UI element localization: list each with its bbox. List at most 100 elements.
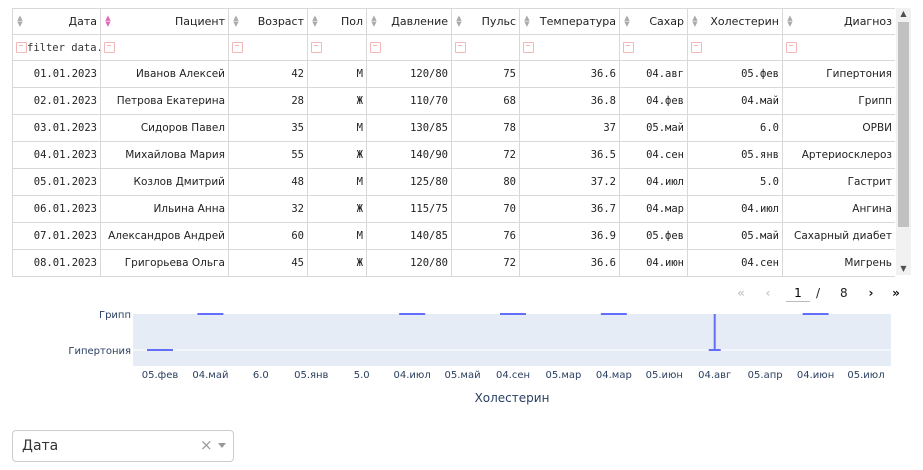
table-cell[interactable]: 45 <box>228 249 308 277</box>
table-cell[interactable]: Ж <box>307 249 367 277</box>
table-cell[interactable]: Александров Андрей <box>100 222 229 250</box>
table-cell[interactable]: 78 <box>451 114 520 142</box>
table-cell[interactable]: 07.01.2023 <box>12 222 101 250</box>
table-cell[interactable]: 120/80 <box>366 249 452 277</box>
filter-case-icon[interactable] <box>455 42 466 53</box>
scroll-down-icon[interactable]: ▼ <box>896 263 911 275</box>
table-cell[interactable]: 36.5 <box>519 141 620 169</box>
table-cell[interactable]: 05.янв <box>687 141 783 169</box>
table-cell[interactable]: 35 <box>228 114 308 142</box>
scrollbar-thumb[interactable] <box>898 22 909 227</box>
filter-cell[interactable] <box>366 34 452 61</box>
table-cell[interactable]: 04.01.2023 <box>12 141 101 169</box>
filter-case-icon[interactable] <box>523 42 534 53</box>
table-cell[interactable]: 55 <box>228 141 308 169</box>
table-cell[interactable]: 48 <box>228 168 308 196</box>
table-cell[interactable]: 42 <box>228 60 308 88</box>
sort-icon[interactable]: ▲ ▼ <box>623 15 631 28</box>
table-cell[interactable]: 04.июл <box>687 195 783 223</box>
table-cell[interactable]: Петрова Екатерина <box>100 87 229 115</box>
sort-icon[interactable]: ▲ ▼ <box>16 15 24 28</box>
table-cell[interactable]: 05.фев <box>619 222 688 250</box>
table-cell[interactable]: 32 <box>228 195 308 223</box>
table-cell[interactable]: 140/85 <box>366 222 452 250</box>
table-cell[interactable]: 03.01.2023 <box>12 114 101 142</box>
sort-icon[interactable]: ▲ ▼ <box>786 15 794 28</box>
table-cell[interactable]: 80 <box>451 168 520 196</box>
column-header[interactable]: ▲ ▼ Пациент <box>100 8 229 35</box>
scroll-up-icon[interactable]: ▲ <box>896 8 911 20</box>
table-cell[interactable]: 04.авг <box>619 60 688 88</box>
sort-icon[interactable]: ▲ ▼ <box>455 15 463 28</box>
table-cell[interactable]: 04.июл <box>619 168 688 196</box>
filter-cell[interactable] <box>228 34 308 61</box>
table-cell[interactable]: Ж <box>307 195 367 223</box>
filter-cell[interactable]: filter data... <box>12 34 101 61</box>
filter-case-icon[interactable] <box>786 42 797 53</box>
column-header[interactable]: ▲ ▼ Пол <box>307 8 367 35</box>
column-header[interactable]: ▲ ▼ Пульс <box>451 8 520 35</box>
table-cell[interactable]: Григорьева Ольга <box>100 249 229 277</box>
table-cell[interactable]: 37.2 <box>519 168 620 196</box>
table-cell[interactable]: 120/80 <box>366 60 452 88</box>
table-cell[interactable]: 05.01.2023 <box>12 168 101 196</box>
table-cell[interactable]: Михайлова Мария <box>100 141 229 169</box>
sort-icon[interactable]: ▲ ▼ <box>523 15 531 28</box>
table-cell[interactable]: М <box>307 222 367 250</box>
table-cell[interactable]: 110/70 <box>366 87 452 115</box>
table-cell[interactable]: 02.01.2023 <box>12 87 101 115</box>
filter-case-icon[interactable] <box>16 42 27 53</box>
table-cell[interactable]: 70 <box>451 195 520 223</box>
table-cell[interactable]: 04.фев <box>619 87 688 115</box>
table-cell[interactable]: 04.июн <box>619 249 688 277</box>
table-cell[interactable]: 72 <box>451 249 520 277</box>
table-cell[interactable]: Ангина <box>782 195 895 223</box>
filter-cell[interactable] <box>307 34 367 61</box>
table-cell[interactable]: 36.6 <box>519 249 620 277</box>
chevron-down-icon[interactable] <box>218 443 226 448</box>
table-cell[interactable]: Ж <box>307 87 367 115</box>
filter-cell[interactable] <box>100 34 229 61</box>
filter-cell[interactable] <box>519 34 620 61</box>
table-cell[interactable]: 06.01.2023 <box>12 195 101 223</box>
table-cell[interactable]: 140/90 <box>366 141 452 169</box>
table-cell[interactable]: Гипертония <box>782 60 895 88</box>
table-cell[interactable]: 04.мар <box>619 195 688 223</box>
sort-icon[interactable]: ▲ ▼ <box>370 15 378 28</box>
table-cell[interactable]: 60 <box>228 222 308 250</box>
column-header[interactable]: ▲ ▼ Диагноз <box>782 8 895 35</box>
table-cell[interactable]: Артериосклероз <box>782 141 895 169</box>
column-select-dropdown[interactable]: Дата × <box>12 430 234 462</box>
filter-cell[interactable] <box>451 34 520 61</box>
filter-cell[interactable] <box>619 34 688 61</box>
table-cell[interactable]: 36.9 <box>519 222 620 250</box>
table-cell[interactable]: 130/85 <box>366 114 452 142</box>
table-cell[interactable]: 28 <box>228 87 308 115</box>
table-cell[interactable]: 68 <box>451 87 520 115</box>
table-cell[interactable]: Грипп <box>782 87 895 115</box>
table-cell[interactable]: Козлов Дмитрий <box>100 168 229 196</box>
table-cell[interactable]: 125/80 <box>366 168 452 196</box>
filter-case-icon[interactable] <box>104 42 115 53</box>
table-cell[interactable]: Сидоров Павел <box>100 114 229 142</box>
filter-cell[interactable] <box>687 34 783 61</box>
filter-case-icon[interactable] <box>370 42 381 53</box>
column-header[interactable]: ▲ ▼ Дата <box>12 8 101 35</box>
table-cell[interactable]: 115/75 <box>366 195 452 223</box>
table-cell[interactable]: 01.01.2023 <box>12 60 101 88</box>
table-cell[interactable]: Гастрит <box>782 168 895 196</box>
table-cell[interactable]: 6.0 <box>687 114 783 142</box>
table-cell[interactable]: Ильина Анна <box>100 195 229 223</box>
table-cell[interactable]: 76 <box>451 222 520 250</box>
table-cell[interactable]: ОРВИ <box>782 114 895 142</box>
table-cell[interactable]: 37 <box>519 114 620 142</box>
table-cell[interactable]: Сахарный диабет <box>782 222 895 250</box>
sort-icon[interactable]: ▲ ▼ <box>232 15 240 28</box>
table-cell[interactable]: 36.6 <box>519 60 620 88</box>
table-cell[interactable]: М <box>307 114 367 142</box>
table-cell[interactable]: 04.сен <box>687 249 783 277</box>
column-header[interactable]: ▲ ▼ Холестерин <box>687 8 783 35</box>
sort-icon[interactable]: ▲ ▼ <box>691 15 699 28</box>
filter-case-icon[interactable] <box>691 42 702 53</box>
filter-case-icon[interactable] <box>623 42 634 53</box>
